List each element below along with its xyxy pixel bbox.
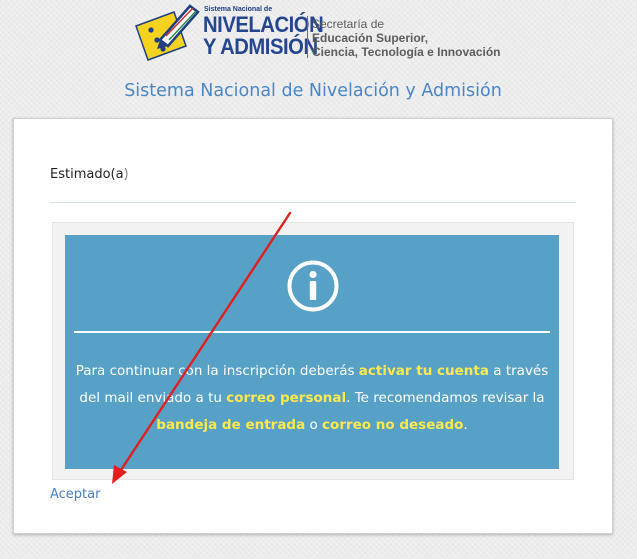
info-icon [287,260,339,312]
notice-text-3: . Te recomendamos revisar la [346,390,545,406]
notice-frame: Para continuar con la inscripción deberá… [52,222,574,480]
highlight-correo-personal: correo personal [226,390,347,406]
divider [50,202,576,203]
notice-text-1: Para continuar con la inscripción deberá… [75,363,359,379]
redacted-name [129,156,355,182]
notice-divider [74,331,550,333]
highlight-activar-cuenta: activar tu cuenta [358,363,489,379]
greeting-label: Estimado(a): [50,167,134,182]
notice-text-4: o [305,417,323,433]
logo-secretaria-line-3: Ciencia, Tecnología e Innovación [312,45,501,59]
highlight-bandeja-entrada: bandeja de entrada [156,417,306,433]
logo-secretaria-line-2: Educación Superior, [312,31,429,45]
logo-big-line-2: Y ADMISIÓN [203,34,318,59]
message-card: Estimado(a): Para continuar con la inscr… [13,118,613,534]
logo: Sistema Nacional de NIVELACIÓN Y ADMISIÓ… [130,2,510,66]
page-title: Sistema Nacional de Nivelación y Admisió… [124,81,502,101]
notice-text-5: . [463,417,468,433]
notice-message: Para continuar con la inscripción deberá… [73,358,551,439]
info-notice: Para continuar con la inscripción deberá… [65,235,559,469]
accept-link[interactable]: Aceptar [50,487,100,502]
logo-secretaria-line-1: Secretaría de [312,17,385,31]
logo-divider [307,16,308,58]
pencil-logo-icon [135,4,200,61]
highlight-correo-no-deseado: correo no deseado [322,417,464,433]
